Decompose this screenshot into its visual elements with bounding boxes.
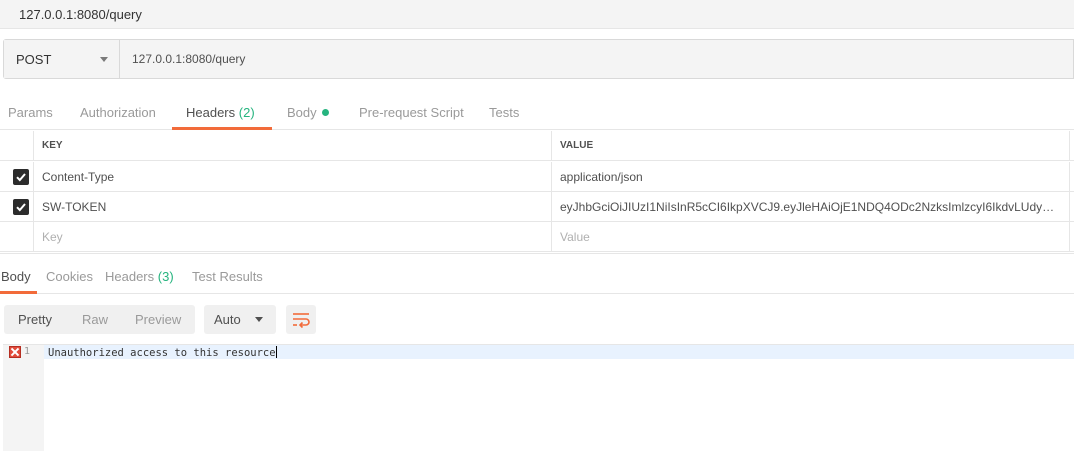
active-tab-underline bbox=[172, 127, 272, 130]
body-indicator-dot bbox=[321, 109, 329, 116]
format-mode-select[interactable]: Auto bbox=[204, 305, 276, 334]
key-cell[interactable]: Content-Type bbox=[34, 162, 552, 191]
error-marker-icon bbox=[9, 346, 21, 358]
table-row: Content-Type application/json bbox=[0, 162, 1074, 192]
tab-response-headers-count: (3) bbox=[157, 269, 174, 284]
format-button-group: Pretty Raw Preview bbox=[4, 305, 195, 334]
raw-button[interactable]: Raw bbox=[82, 312, 108, 327]
row-checkbox-cell bbox=[0, 162, 34, 191]
value-column-header: VALUE bbox=[552, 131, 1070, 160]
response-tabs: Body Cookies Headers (3) Test Results bbox=[0, 253, 1074, 294]
row-checkbox-cell bbox=[0, 222, 34, 251]
row-checkbox-cell bbox=[0, 192, 34, 221]
tab-headers-label: Headers bbox=[186, 105, 236, 120]
key-column-header: KEY bbox=[34, 131, 552, 160]
active-tab-underline bbox=[0, 291, 37, 294]
tab-authorization[interactable]: Authorization bbox=[80, 105, 156, 120]
line-number: 1 bbox=[24, 346, 31, 357]
response-body-editor[interactable]: 1 Unauthorized access to this resource bbox=[3, 344, 1074, 451]
header-value: eyJhbGciOiJIUzI1NiIsInR5cCI6IkpXVCJ9.eyJ… bbox=[560, 200, 1060, 214]
header-key: SW-TOKEN bbox=[42, 200, 107, 214]
method-select[interactable]: POST bbox=[4, 40, 120, 78]
tab-response-body[interactable]: Body bbox=[1, 269, 31, 284]
method-label: POST bbox=[16, 52, 52, 67]
tab-test-results[interactable]: Test Results bbox=[192, 269, 263, 284]
pretty-button[interactable]: Pretty bbox=[18, 312, 52, 327]
tab-params[interactable]: Params bbox=[8, 105, 53, 120]
preview-button[interactable]: Preview bbox=[135, 312, 181, 327]
key-header-label: KEY bbox=[42, 140, 63, 151]
tab-body[interactable]: Body bbox=[287, 105, 329, 120]
chevron-down-icon bbox=[100, 57, 108, 62]
checkbox-checked[interactable] bbox=[13, 169, 29, 185]
checkmark-icon bbox=[16, 173, 26, 182]
response-text: Unauthorized access to this resource bbox=[48, 346, 277, 359]
header-value: application/json bbox=[560, 170, 643, 184]
tab-cookies[interactable]: Cookies bbox=[46, 269, 93, 284]
window-title: 127.0.0.1:8080/query bbox=[19, 7, 142, 22]
format-mode-label: Auto bbox=[214, 312, 241, 327]
value-cell[interactable]: eyJhbGciOiJIUzI1NiIsInR5cCI6IkpXVCJ9.eyJ… bbox=[552, 192, 1070, 221]
tab-prerequest-script[interactable]: Pre-request Script bbox=[359, 105, 464, 120]
checkmark-icon bbox=[16, 203, 26, 212]
key-cell[interactable]: SW-TOKEN bbox=[34, 192, 552, 221]
tab-body-label: Body bbox=[287, 105, 317, 120]
header-key: Content-Type bbox=[42, 170, 115, 184]
value-header-label: VALUE bbox=[560, 140, 594, 151]
text-cursor bbox=[275, 346, 277, 358]
new-value-input[interactable]: Value bbox=[552, 222, 1070, 251]
table-row: SW-TOKEN eyJhbGciOiJIUzI1NiIsInR5cCI6Ikp… bbox=[0, 192, 1074, 222]
tab-headers-count: (2) bbox=[238, 105, 255, 120]
wrap-lines-icon bbox=[293, 313, 310, 329]
url-input[interactable]: 127.0.0.1:8080/query bbox=[132, 52, 245, 66]
tab-tests[interactable]: Tests bbox=[489, 105, 519, 120]
response-content: Unauthorized access to this resource bbox=[48, 347, 276, 359]
editor-gutter: 1 bbox=[3, 345, 44, 451]
value-placeholder: Value bbox=[560, 230, 590, 244]
table-header-row: KEY VALUE bbox=[0, 131, 1074, 161]
checkbox-column-header bbox=[0, 131, 34, 160]
new-key-input[interactable]: Key bbox=[34, 222, 552, 251]
checkbox-checked[interactable] bbox=[13, 199, 29, 215]
tab-headers[interactable]: Headers (2) bbox=[186, 105, 255, 120]
tab-response-headers-label: Headers bbox=[105, 269, 155, 284]
key-placeholder: Key bbox=[42, 230, 63, 244]
window-title-bar: 127.0.0.1:8080/query bbox=[0, 0, 1074, 29]
value-cell[interactable]: application/json bbox=[552, 162, 1070, 191]
table-row-new: Key Value bbox=[0, 222, 1074, 252]
request-bar: POST 127.0.0.1:8080/query bbox=[3, 39, 1074, 79]
tab-response-headers[interactable]: Headers (3) bbox=[105, 269, 174, 284]
request-tabs: Params Authorization Headers (2) Body Pr… bbox=[0, 96, 1074, 130]
chevron-down-icon bbox=[255, 317, 263, 322]
wrap-lines-button[interactable] bbox=[286, 305, 316, 334]
